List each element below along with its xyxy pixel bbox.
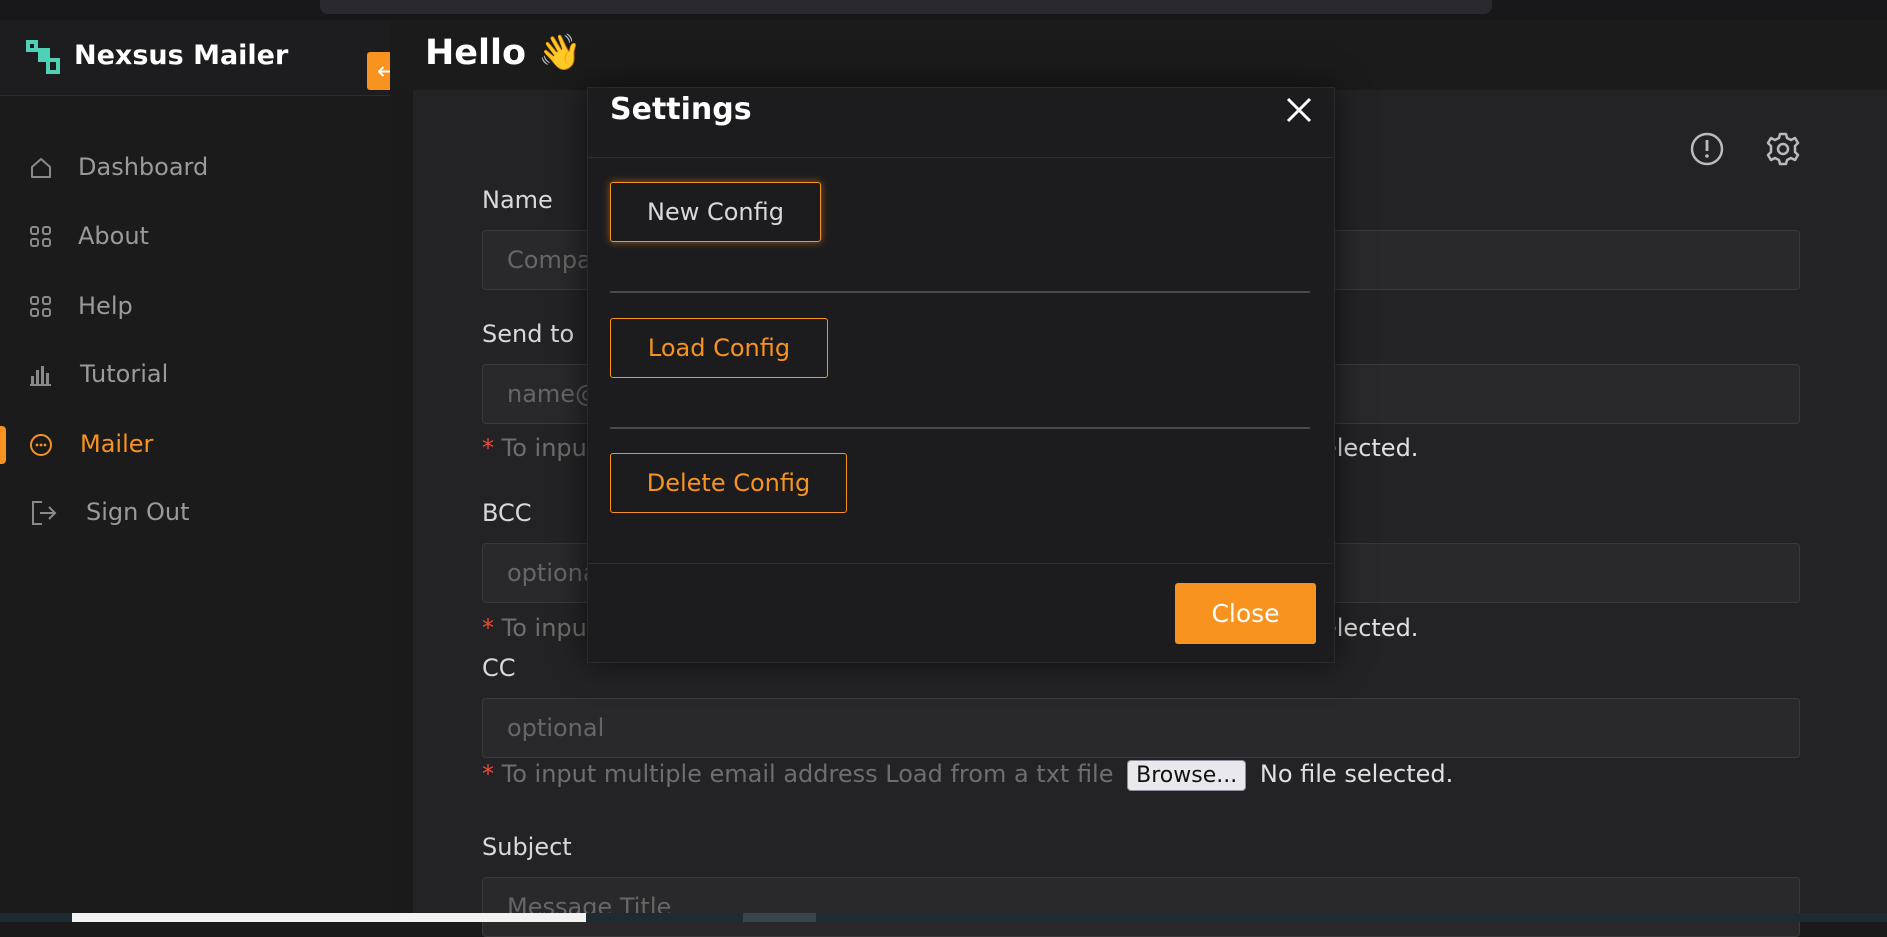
top-bar <box>390 20 1887 90</box>
sidebar-item-label: About <box>78 222 149 250</box>
cc-label: CC <box>482 654 516 682</box>
bcc-hint: * To input <box>482 614 597 642</box>
modal-divider <box>587 563 1333 564</box>
sidebar-item-mailer[interactable]: Mailer <box>0 420 390 470</box>
sidebar-item-label: Dashboard <box>78 153 209 181</box>
sidebar-item-dashboard[interactable]: Dashboard <box>0 143 390 193</box>
app-name: Nexsus Mailer <box>74 40 289 71</box>
grid-icon <box>30 226 51 247</box>
modal-separator <box>610 291 1310 293</box>
delete-config-button[interactable]: Delete Config <box>610 453 847 513</box>
browser-url-bar[interactable] <box>320 0 1492 14</box>
send-to-label: Send to <box>482 320 575 348</box>
sidebar-item-label: Mailer <box>80 430 154 458</box>
home-icon <box>31 158 51 178</box>
page-title: Hello 👋 <box>425 33 582 73</box>
cc-input[interactable]: optional <box>482 698 1800 758</box>
new-config-button[interactable]: New Config <box>610 182 821 242</box>
send-to-no-file: elected. <box>1322 434 1419 462</box>
subject-input[interactable]: Message Title <box>482 877 1800 937</box>
grid-icon <box>30 296 51 317</box>
sidebar-item-label: Sign Out <box>86 498 190 526</box>
sidebar-item-label: Help <box>78 292 133 320</box>
bar-chart-icon <box>30 366 51 386</box>
sidebar-item-tutorial[interactable]: Tutorial <box>0 350 390 400</box>
file-status: No file selected. <box>1259 760 1454 788</box>
chat-icon <box>30 434 52 456</box>
load-config-button[interactable]: Load Config <box>610 318 828 378</box>
logout-icon <box>32 501 57 525</box>
modal-divider <box>587 157 1333 158</box>
sidebar-item-label: Tutorial <box>80 360 169 388</box>
sidebar-item-help[interactable]: Help <box>0 282 390 332</box>
close-button[interactable]: Close <box>1175 583 1316 644</box>
modal-title: Settings <box>610 92 752 127</box>
modal-separator <box>610 427 1310 429</box>
cc-hint: * To input multiple email address Load f… <box>482 760 1453 791</box>
gear-icon[interactable] <box>1764 130 1802 168</box>
bcc-no-file: elected. <box>1322 614 1419 642</box>
sidebar-item-about[interactable]: About <box>0 212 390 262</box>
sidebar-item-sign-out[interactable]: Sign Out <box>0 488 390 538</box>
taskbar-item[interactable] <box>743 913 816 922</box>
send-to-hint: * To input <box>482 434 597 462</box>
bcc-label: BCC <box>482 499 532 527</box>
browse-button[interactable]: Browse... <box>1127 760 1247 791</box>
info-icon[interactable] <box>1688 130 1726 168</box>
name-label: Name <box>482 186 553 214</box>
subject-label: Subject <box>482 833 572 861</box>
app-logo-icon <box>26 40 60 74</box>
taskbar-item[interactable] <box>72 913 586 922</box>
close-icon[interactable] <box>1282 93 1316 127</box>
